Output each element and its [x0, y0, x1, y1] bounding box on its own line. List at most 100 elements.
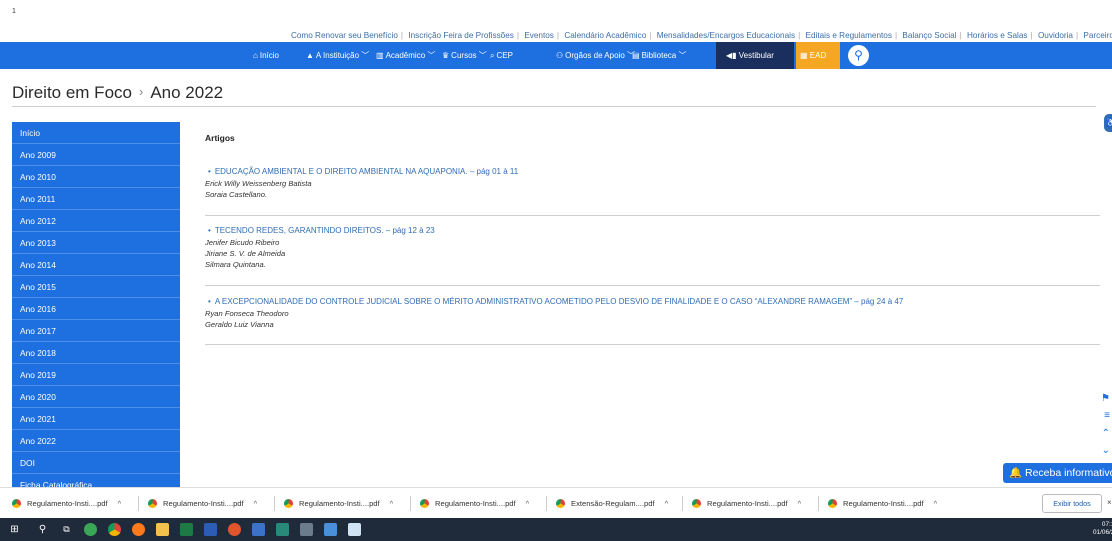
- article-link[interactable]: • A EXCEPCIONALIDADE DO CONTROLE JUDICIAL…: [208, 297, 1100, 306]
- top-link-calendario[interactable]: Calendário Acadêmico: [564, 31, 646, 40]
- sidebar-item-2012[interactable]: Ano 2012: [12, 210, 180, 232]
- download-item[interactable]: Regulamento-Insti....pdf ^: [12, 488, 121, 519]
- sidebar-item-2010[interactable]: Ano 2010: [12, 166, 180, 188]
- top-link-mensalidades[interactable]: Mensalidades/Encargos Educacionais: [657, 31, 795, 40]
- accessibility-icon[interactable]: ♿: [1104, 114, 1112, 132]
- top-link-ouvidoria[interactable]: Ouvidoria: [1038, 31, 1073, 40]
- nav-orgaos-label: Orgãos de Apoio ﹀: [565, 51, 635, 60]
- nav-academico[interactable]: ▥ Acadêmico ﹀: [376, 42, 435, 69]
- nav-cursos[interactable]: ♛ Cursos ﹀: [442, 42, 487, 69]
- task-view-icon[interactable]: ⧉: [60, 523, 73, 536]
- chevron-up-icon[interactable]: ^: [390, 499, 394, 508]
- download-item[interactable]: Regulamento-Insti....pdf ^: [284, 488, 393, 519]
- article-title: TECENDO REDES, GARANTINDO DIREITOS. – pá…: [214, 226, 435, 235]
- chrome-icon[interactable]: [108, 523, 121, 536]
- top-link-feira[interactable]: Inscrição Feira de Profissões: [408, 31, 514, 40]
- notepad-icon[interactable]: [348, 523, 361, 536]
- article-author: Geraldo Luiz Vianna: [205, 320, 274, 329]
- article-item: • EDUCAÇÃO AMBIENTAL E O DIREITO AMBIENTA…: [205, 167, 1100, 216]
- article-author: Jenifer Bicudo Ribeiro: [205, 238, 280, 247]
- nav-vestibular[interactable]: ◀▮ Vestibular: [716, 42, 794, 69]
- app-icon[interactable]: [324, 523, 337, 536]
- download-filename: Extensão-Regulam....pdf: [571, 499, 655, 508]
- nav-orgaos[interactable]: ⚇ Orgãos de Apoio ﹀: [556, 42, 635, 69]
- nav-ead[interactable]: ▦ EAD: [796, 42, 840, 69]
- section-heading: Artigos: [205, 133, 235, 143]
- show-all-downloads-button[interactable]: Exibir todos: [1042, 494, 1102, 513]
- people-icon: ⚇: [556, 51, 564, 60]
- mail-icon[interactable]: [252, 523, 265, 536]
- sidebar-item-2019[interactable]: Ano 2019: [12, 364, 180, 386]
- nav-biblioteca-label: Biblioteca ﹀: [641, 51, 687, 60]
- search-icon[interactable]: ⚲: [36, 523, 49, 536]
- download-item[interactable]: Regulamento-Insti....pdf ^: [148, 488, 257, 519]
- sidebar-item-2014[interactable]: Ano 2014: [12, 254, 180, 276]
- firefox-icon[interactable]: [132, 523, 145, 536]
- top-link-editais[interactable]: Editais e Regulamentos: [805, 31, 891, 40]
- article-item: • A EXCEPCIONALIDADE DO CONTROLE JUDICIAL…: [205, 297, 1100, 345]
- flag-icon[interactable]: ⚑: [1101, 393, 1110, 404]
- app-icon[interactable]: [300, 523, 313, 536]
- chevron-up-icon[interactable]: ^: [665, 499, 669, 508]
- clock[interactable]: 07:1701/06/20: [1093, 521, 1112, 537]
- chevron-up-icon[interactable]: ^: [934, 499, 938, 508]
- chevron-up-icon[interactable]: ^: [254, 499, 258, 508]
- download-item[interactable]: Regulamento-Insti....pdf ^: [692, 488, 801, 519]
- sidebar-item-2009[interactable]: Ano 2009: [12, 144, 180, 166]
- nav-cep[interactable]: ⌕ CEP: [490, 42, 513, 69]
- article-author: Ryan Fonseca Theodoro: [205, 309, 289, 318]
- sidebar-item-2015[interactable]: Ano 2015: [12, 276, 180, 298]
- nav-biblioteca[interactable]: ▤ Biblioteca ﹀: [632, 42, 686, 69]
- download-item[interactable]: Regulamento-Insti....pdf ^: [420, 488, 529, 519]
- home-icon: ⌂: [253, 51, 258, 60]
- article-link[interactable]: • EDUCAÇÃO AMBIENTAL E O DIREITO AMBIENTA…: [208, 167, 1100, 176]
- app-icon[interactable]: [84, 523, 97, 536]
- main-navbar: ⌂ Início ▲ A Instituição ﹀ ▥ Acadêmico ﹀ ♛ C…: [0, 42, 1112, 69]
- browser-page: 1 Como Renovar seu Benefício | Inscrição …: [0, 0, 1112, 541]
- chevron-up-icon[interactable]: ^: [526, 499, 530, 508]
- sidebar-item-2020[interactable]: Ano 2020: [12, 386, 180, 408]
- chevron-up-icon[interactable]: ^: [798, 499, 802, 508]
- top-link-eventos[interactable]: Eventos: [524, 31, 554, 40]
- sidebar-item-2016[interactable]: Ano 2016: [12, 298, 180, 320]
- chevron-up-icon[interactable]: ⌃: [1102, 428, 1110, 439]
- top-link-renovar[interactable]: Como Renovar seu Benefício: [291, 31, 398, 40]
- download-filename: Regulamento-Insti....pdf: [435, 499, 516, 508]
- search-icon[interactable]: ⚲: [848, 45, 869, 66]
- breadcrumb-parent[interactable]: Direito em Foco: [12, 83, 132, 102]
- windows-start-icon[interactable]: ⊞: [8, 523, 21, 536]
- sidebar-item-2011[interactable]: Ano 2011: [12, 188, 180, 210]
- chrome-icon: [556, 498, 565, 508]
- download-item[interactable]: Extensão-Regulam....pdf ^: [556, 488, 668, 519]
- top-link-horarios[interactable]: Horários e Salas: [967, 31, 1028, 40]
- word-icon[interactable]: [204, 523, 217, 536]
- article-title: A EXCEPCIONALIDADE DO CONTROLE JUDICIAL …: [214, 297, 904, 306]
- chevron-down-icon[interactable]: ⌄: [1102, 445, 1110, 456]
- chevron-up-icon[interactable]: ^: [118, 499, 122, 508]
- nav-cursos-label: Cursos ﹀: [451, 51, 487, 60]
- clock-date: 01/06/20: [1093, 529, 1112, 536]
- app-icon[interactable]: [228, 523, 241, 536]
- sidebar-item-2021[interactable]: Ano 2021: [12, 408, 180, 430]
- chrome-icon: [12, 498, 21, 508]
- nav-instituicao[interactable]: ▲ A Instituição ﹀: [306, 42, 369, 69]
- excel-icon[interactable]: [180, 523, 193, 536]
- sidebar-item-inicio[interactable]: Início: [12, 122, 180, 144]
- article-link[interactable]: • TECENDO REDES, GARANTINDO DIREITOS. – p…: [208, 226, 1100, 235]
- top-link-balanco[interactable]: Balanço Social: [902, 31, 956, 40]
- sidebar-item-2013[interactable]: Ano 2013: [12, 232, 180, 254]
- sidebar-item-2018[interactable]: Ano 2018: [12, 342, 180, 364]
- close-icon[interactable]: ×: [1107, 498, 1112, 507]
- top-link-parceiros[interactable]: Parceiros: [1083, 31, 1112, 40]
- receba-informativos-button[interactable]: 🔔 Receba informativos: [1003, 463, 1112, 483]
- sidebar-item-2022[interactable]: Ano 2022: [12, 430, 180, 452]
- article-title: EDUCAÇÃO AMBIENTAL E O DIREITO AMBIENTAL…: [214, 167, 519, 176]
- article-author: Erick Willy Weissenberg Batista: [205, 179, 312, 188]
- sidebar-item-2017[interactable]: Ano 2017: [12, 320, 180, 342]
- app-icon[interactable]: [276, 523, 289, 536]
- download-item[interactable]: Regulamento-Insti....pdf ^: [828, 488, 937, 519]
- menu-icon[interactable]: ≡: [1104, 410, 1110, 421]
- nav-inicio[interactable]: ⌂ Início: [253, 42, 279, 69]
- sidebar-item-doi[interactable]: DOI: [12, 452, 180, 474]
- file-explorer-icon[interactable]: [156, 523, 169, 536]
